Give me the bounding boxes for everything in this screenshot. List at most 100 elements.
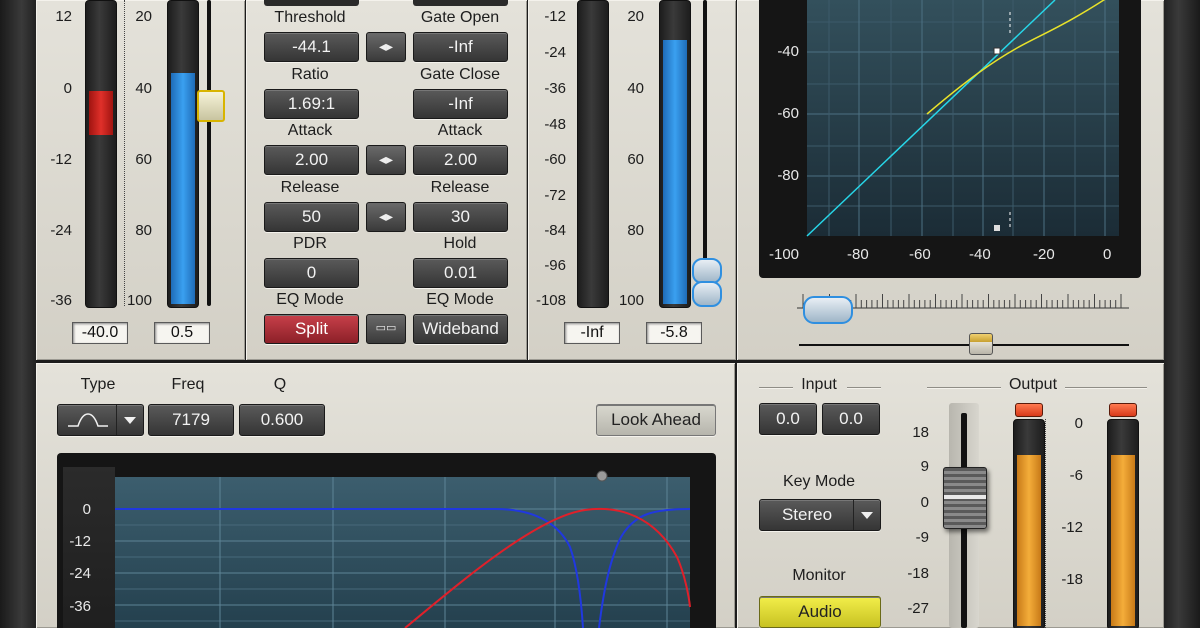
gate-release-field[interactable]: 30 [413,202,508,232]
output-left-meter [1013,419,1045,628]
scale-tick: 20 [612,8,644,25]
threshold-label: Threshold [260,9,360,27]
eq-mode-link-button[interactable]: ▭▭ [366,314,406,344]
input-rule-right [847,387,881,388]
range-handle[interactable] [803,296,853,324]
release-field[interactable]: 50 [264,202,359,232]
input-level-meter [85,0,117,308]
knee-slider-handle[interactable] [969,333,993,355]
gate-open-field[interactable]: -Inf [413,32,508,62]
eq-y-label: -12 [63,533,91,550]
gate-attack-field[interactable]: 2.00 [413,145,508,175]
plugin-window: 12 0 -12 -24 -36 20 40 60 80 100 -40.0 0… [0,0,1200,628]
monitor-audio-button[interactable]: Audio [759,596,881,628]
gate-readout: -5.8 [646,322,702,344]
scale-tick: 20 [122,8,152,25]
scale-tick: 100 [612,292,644,309]
key-mode-select[interactable]: Stereo [759,499,881,531]
scale-tick: 60 [122,151,152,168]
transfer-graph[interactable] [807,0,1119,236]
gain-meters-panel: -12 -24 -36 -48 -60 -72 -84 -96 -108 20 … [528,0,736,360]
input-meters-panel: 12 0 -12 -24 -36 20 40 60 80 100 -40.0 0… [36,0,245,360]
key-mode-label: Key Mode [759,473,879,491]
link-release-button[interactable]: ◂▸ [366,202,406,232]
eq-y-label: -24 [63,565,91,582]
gain-reduction-readout: -Inf [564,322,620,344]
scale-tick: 12 [36,8,72,25]
input-label: Input [793,376,845,394]
attack-label: Attack [260,122,360,140]
scale-tick: 40 [612,80,644,97]
eq-panel: Type Freq Q 7179 0.600 Look Ahead 0 -12 … [36,363,735,628]
output-right-meter-fill [1111,455,1135,626]
monitor-label: Monitor [759,567,879,585]
freq-label: Freq [166,376,210,394]
gate-meter-fill [663,40,687,304]
scale-tick: -12 [36,151,72,168]
output-scale-tick: -6 [1049,467,1083,484]
fader-scale-tick: 18 [897,424,929,441]
scale-tick: -84 [528,222,566,239]
fader-scale-tick: -9 [897,529,929,546]
fader-scale-tick: 9 [897,458,929,475]
scale-tick: 40 [122,80,152,97]
look-ahead-button[interactable]: Look Ahead [596,404,716,436]
input-right-field[interactable]: 0.0 [822,403,880,435]
link-attack-button[interactable]: ◂▸ [366,145,406,175]
eq-y-label: 0 [63,501,91,518]
output-scale-tick: -12 [1049,519,1083,536]
threshold-slider-track[interactable] [207,0,211,306]
output-fader-handle[interactable] [943,467,987,529]
input-level-peak [89,91,113,135]
eq-mode-split-button[interactable]: Split [264,314,359,344]
scale-tick: 0 [36,80,72,97]
eq-mode-left-label: EQ Mode [260,291,360,309]
q-field[interactable]: 0.600 [239,404,325,436]
scale-tick: 60 [612,151,644,168]
threshold-meter [167,0,199,308]
freq-marker-icon[interactable] [595,469,609,483]
graph-y-label: -40 [759,43,799,60]
link-threshold-button[interactable]: ◂▸ [366,32,406,62]
output-right-clip-led[interactable] [1109,403,1137,417]
scale-tick: -48 [528,116,566,133]
ratio-field[interactable]: 1.69:1 [264,89,359,119]
fader-handle-line [944,495,986,499]
key-mode-dropdown-arrow[interactable] [853,500,880,530]
gate-meter [659,0,691,308]
knee-slider-track[interactable] [799,344,1129,346]
chevron-down-icon [124,417,136,425]
graph-y-label: -80 [759,167,799,184]
fader-scale-tick: 0 [897,494,929,511]
field-stub [264,0,359,6]
threshold-node [994,48,1000,54]
release-label: Release [260,179,360,197]
gate-close-handle[interactable] [692,281,722,307]
output-label: Output [1003,376,1063,394]
gate-close-field[interactable]: -Inf [413,89,508,119]
eq-mode-wideband-button[interactable]: Wideband [413,314,508,344]
pdr-field[interactable]: 0 [264,258,359,288]
freq-field[interactable]: 7179 [148,404,234,436]
gate-close-label: Gate Close [410,66,510,84]
graph-x-label: -40 [969,246,991,263]
type-dropdown-arrow[interactable] [116,405,143,435]
lowpass-shape-icon [66,411,110,429]
input-rule-left [759,387,793,388]
threshold-slider-handle[interactable] [197,90,225,122]
fader-scale-tick: -18 [897,565,929,582]
scale-tick: -60 [528,151,566,168]
hold-field[interactable]: 0.01 [413,258,508,288]
attack-field[interactable]: 2.00 [264,145,359,175]
transfer-graph-panel: -40 -60 -80 -100 -80 -60 -40 -20 0 [737,0,1164,360]
eq-response-graph[interactable] [115,477,690,628]
scale-tick: -36 [36,292,72,309]
output-left-clip-led[interactable] [1015,403,1043,417]
scale-tick: -108 [528,292,566,309]
input-left-field[interactable]: 0.0 [759,403,817,435]
threshold-field[interactable]: -44.1 [264,32,359,62]
filter-type-select[interactable] [57,404,144,436]
pdr-label: PDR [260,235,360,253]
gate-open-label: Gate Open [410,9,510,27]
threshold-meter-fill [171,73,195,304]
